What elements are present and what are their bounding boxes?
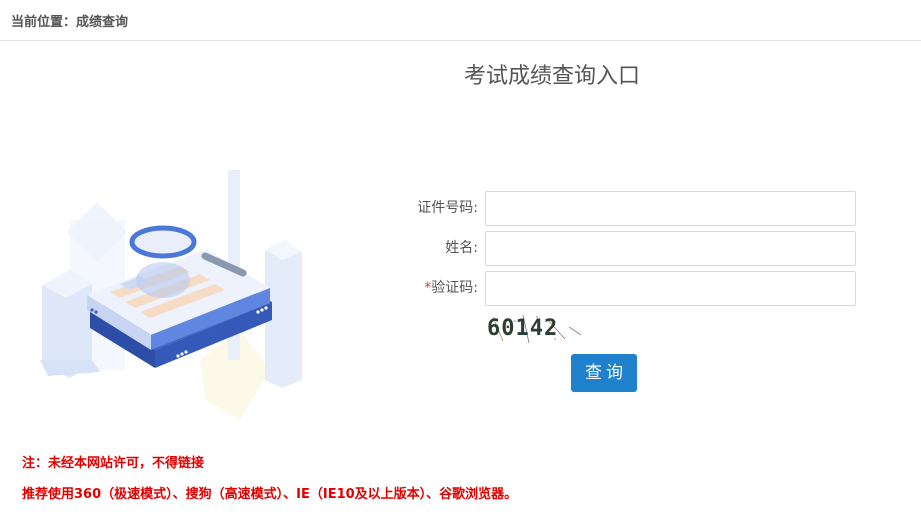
id-number-label: 证件号码: [417,200,478,216]
captcha-input[interactable] [485,271,856,306]
captcha-image[interactable]: 60142 [485,313,585,345]
page-root: 当前位置：成绩查询 考试成绩查询入口 证件号码: 姓名: *验证码: 60142… [0,0,921,521]
notice-browser-recommendation: 推荐使用360（极速模式）、搜狗（高速模式）、IE（IE10及以上版本）、谷歌浏… [22,487,518,502]
id-number-row: 证件号码: [380,191,856,226]
name-label: 姓名: [445,240,478,256]
query-button[interactable]: 查询 [571,354,637,392]
breadcrumb: 当前位置：成绩查询 [0,0,921,41]
captcha-label-text: 验证码: [431,280,478,296]
captcha-row: *验证码: [380,271,856,306]
breadcrumb-text: 当前位置：成绩查询 [11,15,129,30]
page-title: 考试成绩查询入口 [463,64,640,89]
captcha-label: *验证码: [380,271,478,306]
name-input[interactable] [485,231,856,266]
captcha-code-text: 60142 [487,316,559,341]
notice-no-linking: 注：未经本网站许可，不得链接 [22,456,205,471]
name-row: 姓名: [380,231,856,266]
illustration-steps-left [40,360,100,376]
id-number-input[interactable] [485,191,856,226]
search-illustration-icon [40,170,302,420]
illustration-magnifier-lens-fill [136,262,190,298]
